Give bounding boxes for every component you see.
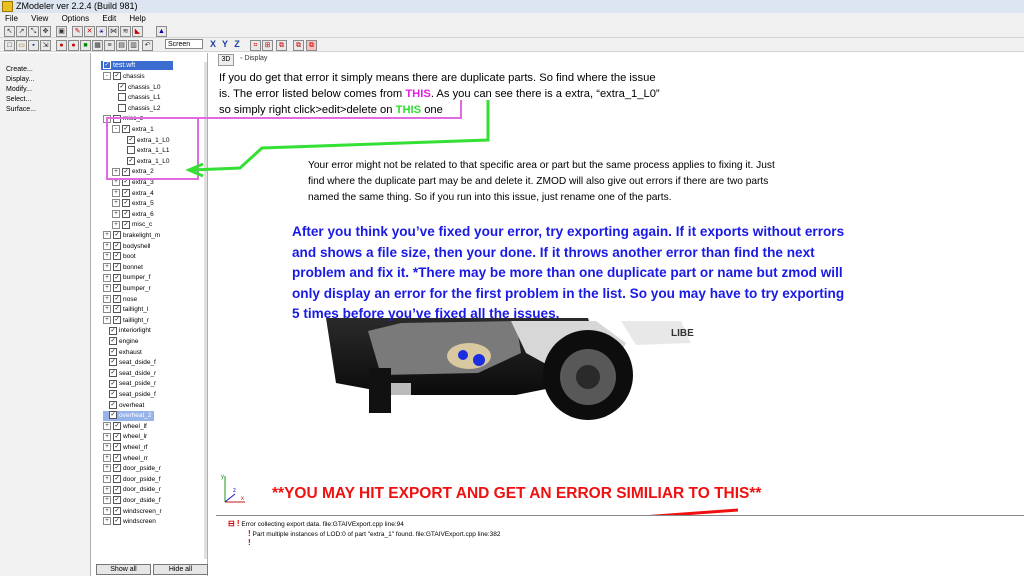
log-entry-text: Error collecting export data. file:GTAIV… [241,521,404,528]
error-icon: ! [248,538,251,547]
error-log-panel: ⊟ ! Error collecting export data. file:G… [216,515,1024,577]
log-entry-text: Part multiple instances of LOD:0 of part… [252,531,501,538]
annotation-this-pink: THIS [405,88,431,100]
error-icon: ⊟ ! [228,519,240,528]
annotation-intro: If you do get that error it simply means… [219,70,664,118]
highlight-box [106,117,199,180]
error-icon: ! [248,529,251,538]
annotation-this-green: THIS [395,104,422,116]
log-entry: ! [248,539,251,548]
annotation-duplicate-parts: Your error might not be related to that … [308,160,775,203]
log-entry[interactable]: ! Part multiple instances of LOD:0 of pa… [248,530,501,539]
annotation-export-again: After you think you’ve fixed your error,… [292,224,845,321]
annotation-intro-text-c: one [421,104,443,116]
log-entry[interactable]: ⊟ ! Error collecting export data. file:G… [228,520,404,529]
annotation-export-warning: **YOU MAY HIT EXPORT AND GET AN ERROR SI… [272,485,762,502]
